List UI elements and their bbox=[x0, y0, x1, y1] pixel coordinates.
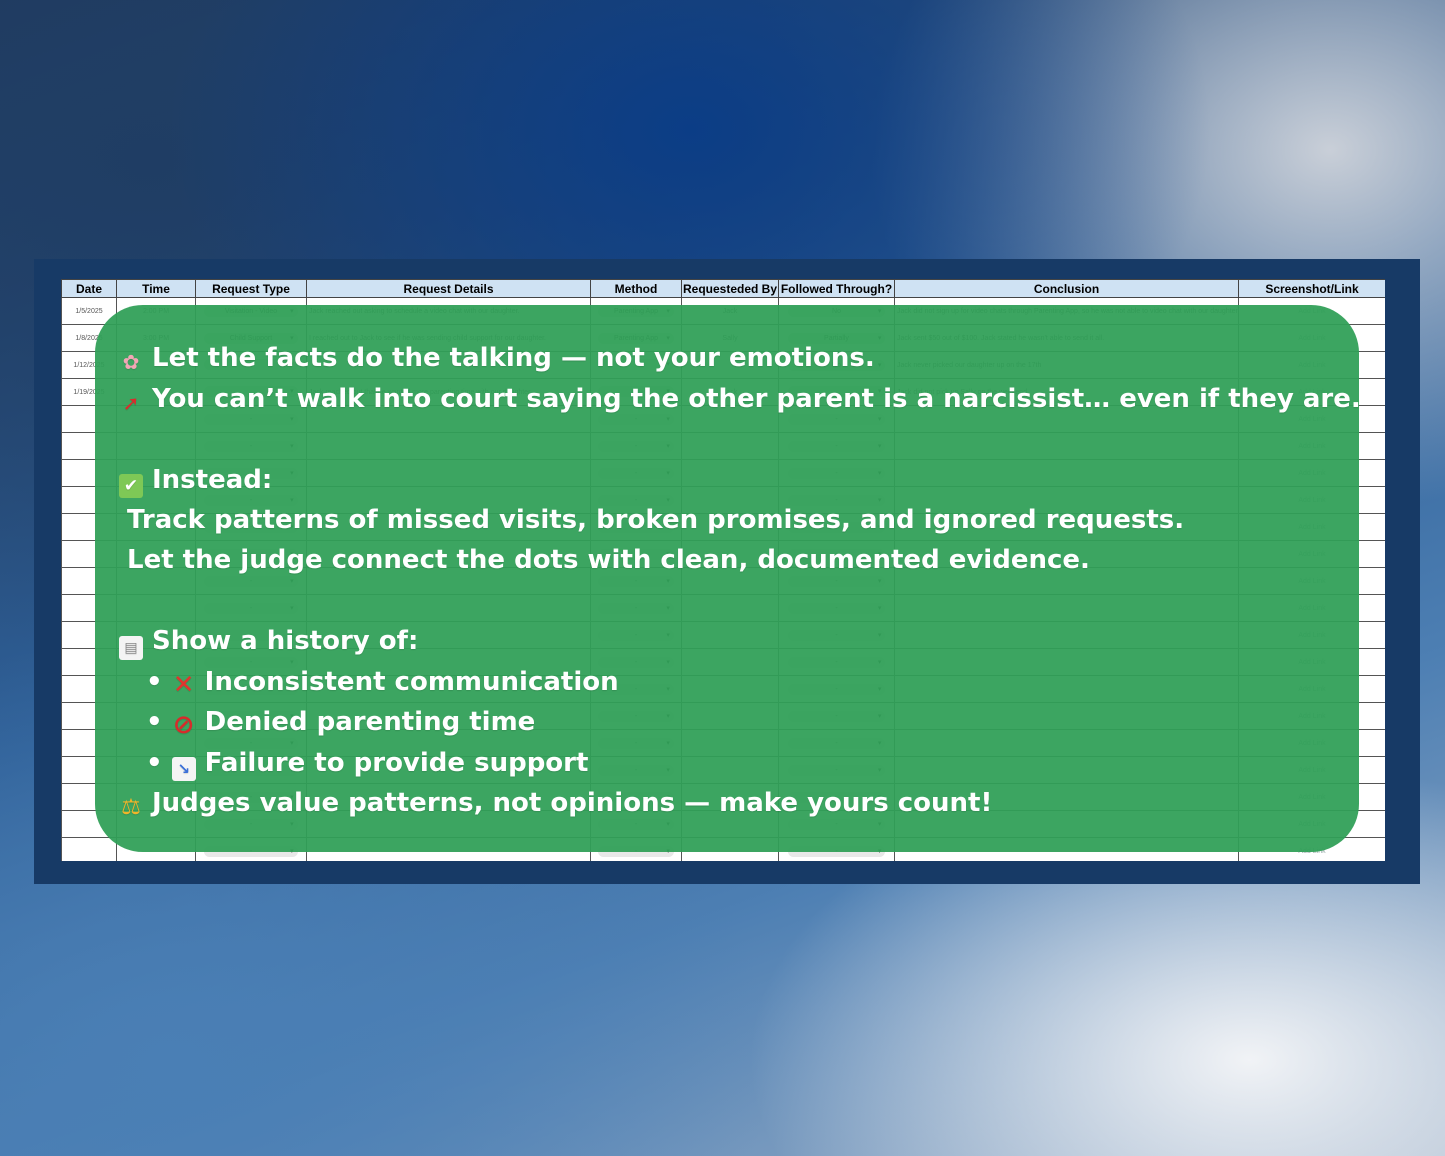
history-heading: ▤ Show a history of: bbox=[119, 624, 418, 660]
bullet-2-text: Denied parenting time bbox=[204, 707, 536, 737]
overlay-line-2: ➚ You can’t walk into court saying the ot… bbox=[119, 382, 1361, 416]
instead-title: Instead: bbox=[152, 465, 273, 495]
check-mark-icon: ✔ bbox=[119, 474, 143, 498]
brain-icon: ✿ bbox=[122, 350, 140, 374]
pushpin-icon: ➚ bbox=[122, 391, 140, 415]
bullet-3-text: Failure to provide support bbox=[204, 748, 589, 778]
line-1-text: Let the facts do the talking — not your … bbox=[152, 343, 875, 373]
balance-scale-icon: ⚖ bbox=[121, 795, 141, 820]
instead-line-2: Let the judge connect the dots with clea… bbox=[127, 545, 1090, 575]
header-time[interactable]: Time bbox=[116, 279, 196, 298]
cross-mark-icon: ✕ bbox=[172, 670, 195, 700]
bullet-3: • ↘ Failure to provide support bbox=[146, 746, 588, 781]
cell-date[interactable] bbox=[61, 837, 117, 861]
header-requested-by[interactable]: Requesteded By bbox=[681, 279, 779, 298]
closing-line: ⚖ Judges value patterns, not opinions — m… bbox=[119, 786, 992, 820]
bullet-1-text: Inconsistent communication bbox=[204, 667, 619, 697]
header-method[interactable]: Method bbox=[590, 279, 682, 298]
header-followed-through[interactable]: Followed Through? bbox=[778, 279, 895, 298]
header-screenshot-link[interactable]: Screenshot/Link bbox=[1238, 279, 1385, 298]
overlay-line-1: ✿ Let the facts do the talking — not your… bbox=[119, 341, 875, 375]
header-request-details[interactable]: Request Details bbox=[306, 279, 591, 298]
instead-line-1: Track patterns of missed visits, broken … bbox=[127, 505, 1185, 535]
header-conclusion[interactable]: Conclusion bbox=[894, 279, 1239, 298]
header-row: Date Time Request Type Request Details M… bbox=[61, 279, 1385, 298]
bullet-1: • ✕ Inconsistent communication bbox=[146, 667, 619, 700]
line-2-text: You can’t walk into court saying the oth… bbox=[152, 384, 1361, 414]
header-date[interactable]: Date bbox=[61, 279, 117, 298]
bullet-2: • ⊘ Denied parenting time bbox=[146, 707, 536, 740]
header-request-type[interactable]: Request Type bbox=[195, 279, 307, 298]
instead-heading: ✔ Instead: bbox=[119, 463, 272, 498]
closing-text: Judges value patterns, not opinions — ma… bbox=[152, 788, 993, 818]
prohibited-icon: ⊘ bbox=[172, 710, 195, 740]
receipt-icon: ▤ bbox=[119, 636, 143, 660]
chart-decreasing-icon: ↘ bbox=[171, 757, 196, 781]
history-title: Show a history of: bbox=[152, 626, 419, 656]
